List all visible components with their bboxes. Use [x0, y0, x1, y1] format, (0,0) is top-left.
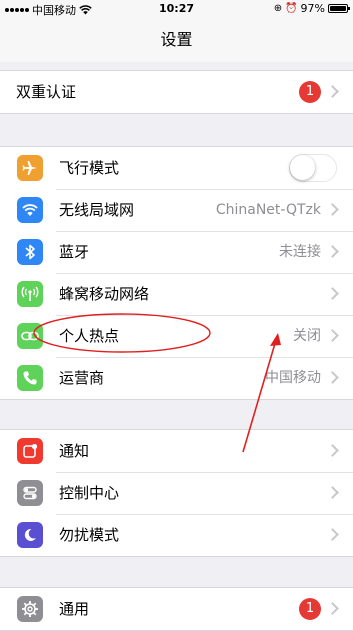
row-value: 未连接: [279, 244, 321, 260]
battery-percent: 97%: [300, 2, 325, 15]
row-two-factor[interactable]: 双重认证 1: [0, 71, 353, 113]
airplane-icon: [17, 155, 43, 181]
row-value: 中国移动: [265, 370, 321, 386]
nav-bar: 设置: [0, 18, 353, 62]
toggle-knob: [290, 155, 315, 180]
row-control-center[interactable]: 控制中心: [0, 472, 353, 514]
group-system: 通知 控制中心 勿扰模式: [0, 429, 353, 557]
row-value: 关闭: [293, 328, 321, 344]
row-label: 通知: [59, 442, 90, 460]
page-title: 设置: [160, 30, 193, 49]
wifi-icon: [17, 197, 43, 223]
row-label: 蜂窝移动网络: [59, 285, 150, 303]
row-label: 蓝牙: [59, 243, 90, 261]
row-personal-hotspot[interactable]: 个人热点 关闭: [0, 315, 353, 357]
row-label: 运营商: [59, 369, 105, 387]
row-wifi[interactable]: 无线局域网 ChinaNet-QTzk: [0, 189, 353, 231]
hotspot-link-icon: [17, 323, 43, 349]
row-value: ChinaNet-QTzk: [215, 202, 321, 218]
row-cellular[interactable]: 蜂窝移动网络: [0, 273, 353, 315]
battery-icon: [328, 4, 350, 13]
row-label: 控制中心: [59, 484, 120, 502]
row-label: 勿扰模式: [59, 526, 120, 544]
notification-badge: 1: [299, 81, 321, 103]
row-notifications[interactable]: 通知: [0, 430, 353, 472]
bluetooth-icon: [17, 239, 43, 265]
row-do-not-disturb[interactable]: 勿扰模式: [0, 514, 353, 556]
airplane-mode-toggle[interactable]: [289, 154, 337, 182]
group-general: 通用 1: [0, 587, 353, 631]
control-center-icon: [17, 480, 43, 506]
orientation-lock-icon: ⊕: [273, 3, 283, 14]
group-network: 飞行模式 无线局域网 ChinaNet-QTzk 蓝牙 未连接 蜂窝移动网络 个…: [0, 146, 353, 400]
row-label: 双重认证: [16, 83, 77, 101]
row-label: 无线局域网: [59, 201, 135, 219]
alarm-icon: ⏰: [285, 3, 298, 14]
row-label: 个人热点: [59, 327, 120, 345]
status-right: ⊕ ⏰ 97%: [273, 2, 350, 15]
notification-icon: [17, 438, 43, 464]
group-two-factor: 双重认证 1: [0, 70, 353, 114]
row-carrier[interactable]: 运营商 中国移动: [0, 357, 353, 399]
status-bar: 中国移动 10:27 ⊕ ⏰ 97%: [0, 0, 353, 18]
cellular-antenna-icon: [17, 281, 43, 307]
notification-badge: 1: [299, 598, 321, 620]
gear-icon: [17, 596, 43, 622]
row-bluetooth[interactable]: 蓝牙 未连接: [0, 231, 353, 273]
row-label: 飞行模式: [59, 159, 120, 177]
row-airplane-mode: 飞行模式: [0, 147, 353, 189]
moon-icon: [17, 522, 43, 548]
phone-icon: [17, 365, 43, 391]
